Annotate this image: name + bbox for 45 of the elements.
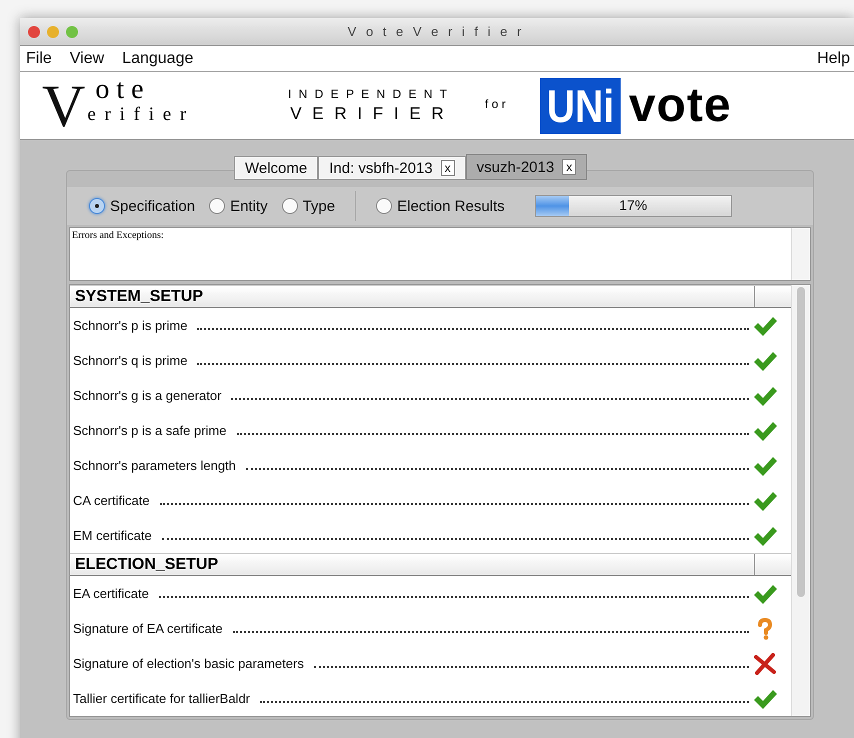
- check-name: Signature of EA certificate: [73, 621, 223, 636]
- radio-option[interactable]: Entity: [209, 198, 268, 214]
- logo-letter: V: [42, 76, 86, 136]
- radio-option[interactable]: Election Results: [376, 198, 505, 214]
- check-name: Schnorr's p is a safe prime: [73, 423, 226, 438]
- progress-label: 17%: [618, 197, 648, 213]
- menu-item[interactable]: Language: [122, 50, 194, 68]
- subtitle: V E R I F I E R: [290, 104, 447, 124]
- radio-button[interactable]: [89, 198, 105, 214]
- scrollbar[interactable]: [791, 285, 810, 716]
- brand-text: vote: [628, 78, 732, 133]
- radio-button[interactable]: [209, 198, 226, 214]
- logo-text: o t e: [95, 76, 145, 104]
- check-name: EM certificate: [73, 528, 152, 543]
- check-name: Schnorr's p is prime: [73, 318, 188, 333]
- tab[interactable]: Ind: vsbfh-2013 x: [318, 156, 466, 180]
- scrollbar-thumb[interactable]: [797, 287, 805, 597]
- check-name: CA certificate: [73, 493, 150, 508]
- window-title: V o t e V e r i f i e r: [346, 24, 526, 39]
- radio-button[interactable]: [376, 198, 392, 214]
- close-button[interactable]: [28, 26, 40, 38]
- check-name: Schnorr's parameters length: [73, 458, 236, 473]
- check-name: Schnorr's q is prime: [73, 353, 188, 368]
- menu-item[interactable]: Help: [817, 50, 850, 68]
- check-name: Schnorr's g is a generator: [73, 388, 222, 403]
- check-name: Tallier certificate for tallierBaldr: [73, 691, 250, 706]
- radio-option[interactable]: Type: [282, 198, 336, 214]
- check-name: EA certificate: [73, 586, 149, 601]
- check-name: Signature of election's basic parameters: [73, 656, 304, 671]
- tab[interactable]: vsuzh-2013 x: [466, 154, 588, 180]
- tab-close-button[interactable]: x: [440, 160, 455, 176]
- banner-text: f o r: [484, 96, 506, 110]
- section-title: ELECTION_SETUP: [70, 554, 755, 575]
- brand-logo: UNi: [540, 78, 621, 134]
- zoom-button[interactable]: [66, 26, 78, 38]
- radio-button[interactable]: [282, 198, 298, 214]
- subtitle: I N D E P E N D E N T: [288, 87, 449, 101]
- tab-close-button[interactable]: x: [562, 159, 576, 175]
- logo-text: e r i f i e r: [87, 104, 188, 126]
- radio-option[interactable]: Specification: [89, 198, 196, 214]
- section-title: SYSTEM_SETUP: [70, 286, 755, 307]
- menu-item[interactable]: File: [26, 50, 52, 68]
- tab[interactable]: Welcome: [234, 156, 318, 180]
- menu-item[interactable]: View: [70, 50, 104, 68]
- errors-label: Errors and Exceptions:: [71, 229, 165, 243]
